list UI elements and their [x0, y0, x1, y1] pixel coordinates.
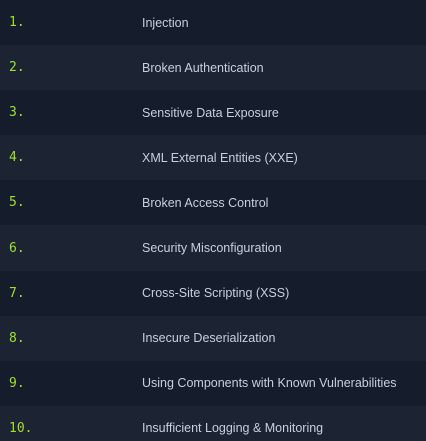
list-item: 5. Broken Access Control	[0, 180, 426, 226]
list-item: 2. Broken Authentication	[0, 45, 426, 91]
item-label: Injection	[142, 15, 189, 30]
item-number: 6.	[9, 240, 25, 256]
list-item: 6. Security Misconfiguration	[0, 225, 426, 271]
item-label: XML External Entities (XXE)	[142, 150, 298, 165]
item-label: Insecure Deserialization	[142, 331, 276, 346]
item-number: 9.	[9, 375, 25, 391]
list-item: 7. Cross-Site Scripting (XSS)	[0, 270, 426, 316]
item-number: 3.	[9, 105, 25, 121]
item-number: 5.	[9, 195, 25, 211]
item-label: Insufficient Logging & Monitoring	[142, 421, 324, 436]
item-number: 8.	[9, 330, 25, 346]
item-number: 1.	[9, 15, 25, 31]
item-label: Security Misconfiguration	[142, 241, 282, 256]
vulnerability-list: 1. Injection 2. Broken Authentication 3.…	[0, 0, 426, 441]
item-label: Cross-Site Scripting (XSS)	[142, 286, 290, 301]
list-item: 9. Using Components with Known Vulnerabi…	[0, 360, 426, 406]
item-number: 10.	[9, 420, 33, 436]
list-item: 8. Insecure Deserialization	[0, 315, 426, 361]
item-number: 7.	[9, 285, 25, 301]
item-number: 4.	[9, 150, 25, 166]
item-label: Broken Access Control	[142, 195, 269, 210]
list-item: 4. XML External Entities (XXE)	[0, 135, 426, 181]
item-label: Sensitive Data Exposure	[142, 105, 279, 120]
item-label: Broken Authentication	[142, 60, 264, 75]
item-label: Using Components with Known Vulnerabilit…	[142, 376, 397, 391]
list-item: 1. Injection	[0, 0, 426, 46]
list-item: 3. Sensitive Data Exposure	[0, 90, 426, 136]
list-item: 10. Insufficient Logging & Monitoring	[0, 405, 426, 441]
item-number: 2.	[9, 60, 25, 76]
